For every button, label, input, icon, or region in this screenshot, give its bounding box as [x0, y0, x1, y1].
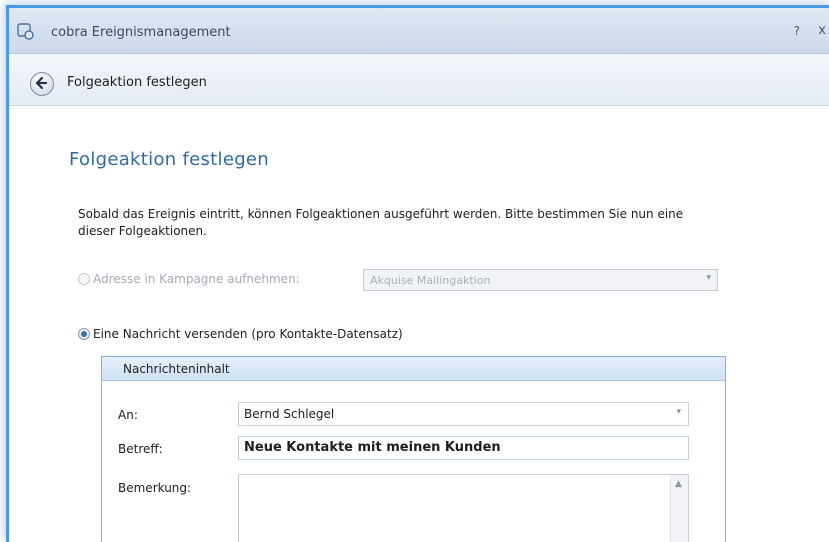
message-radio-label: Eine Nachricht versenden (pro Kontakte-D… — [93, 327, 403, 341]
remark-textarea[interactable]: ▲ — [238, 474, 689, 542]
campaign-select-value: Akquise Mailingaktion — [370, 274, 491, 287]
nav-title: Folgeaktion festlegen — [67, 75, 207, 90]
campaign-select[interactable]: Akquise Mailingaktion ▾ — [363, 269, 718, 291]
campaign-radio[interactable] — [78, 273, 90, 285]
chevron-down-icon: ▾ — [676, 407, 681, 417]
campaign-radio-label: Adresse in Kampagne aufnehmen: — [93, 272, 300, 286]
app-icon — [17, 23, 35, 41]
subject-input[interactable]: Neue Kontakte mit meinen Kunden — [238, 436, 689, 460]
intro-text: Sobald das Ereignis eintritt, können Fol… — [78, 207, 684, 238]
content-area: Folgeaktion festlegen Sobald das Ereigni… — [9, 106, 829, 542]
group-header: Nachrichteninhalt — [102, 357, 725, 381]
close-icon[interactable]: x — [818, 23, 826, 38]
subject-label: Betreff: — [118, 442, 163, 456]
window-title: cobra Ereignismanagement — [51, 25, 231, 40]
scroll-up-icon[interactable]: ▲ — [675, 479, 682, 489]
to-label: An: — [118, 408, 138, 422]
dialog-window: cobra Ereignismanagement ? x Folgeaktion… — [6, 5, 829, 542]
subject-value: Neue Kontakte mit meinen Kunden — [244, 440, 501, 455]
to-select[interactable]: Bernd Schlegel ▾ — [238, 402, 689, 426]
remark-label: Bemerkung: — [118, 481, 192, 495]
scrollbar[interactable]: ▲ — [670, 475, 688, 542]
help-icon[interactable]: ? — [794, 24, 800, 38]
navigation-bar: Folgeaktion festlegen — [9, 54, 829, 106]
group-title: Nachrichteninhalt — [123, 362, 230, 376]
page-title: Folgeaktion festlegen — [69, 149, 270, 170]
back-arrow-icon[interactable] — [30, 72, 54, 96]
to-select-value: Bernd Schlegel — [244, 407, 335, 421]
chevron-down-icon: ▾ — [706, 273, 711, 283]
title-bar: cobra Ereignismanagement ? x — [9, 8, 829, 54]
message-content-group: Nachrichteninhalt An: Bernd Schlegel ▾ B… — [101, 356, 726, 542]
message-radio[interactable] — [78, 328, 90, 340]
